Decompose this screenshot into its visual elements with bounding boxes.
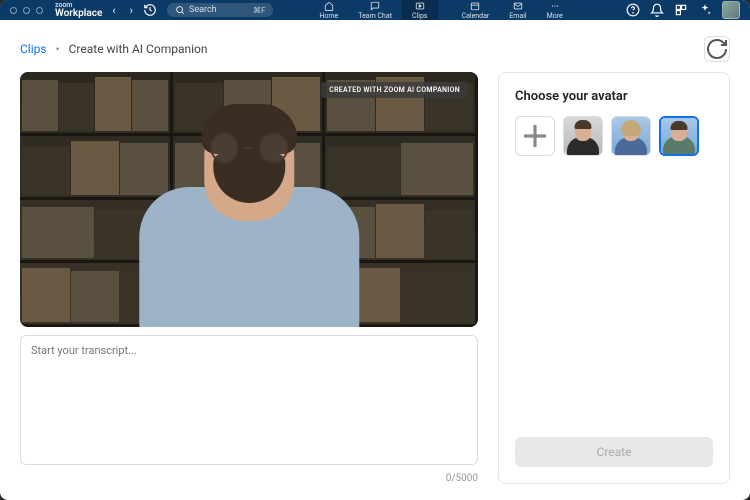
breadcrumb-current: Create with AI Companion	[69, 42, 208, 56]
left-column: CREATED WITH ZOOM AI COMPANION 0/5000	[20, 72, 478, 484]
refresh-button[interactable]	[704, 36, 730, 62]
breadcrumb-row: Clips • Create with AI Companion	[20, 36, 730, 62]
add-avatar-button[interactable]	[515, 116, 555, 156]
avatar-option-2[interactable]	[611, 116, 651, 156]
clips-icon	[415, 1, 425, 11]
bell-icon[interactable]	[650, 3, 664, 17]
search-box[interactable]: ⌘F	[167, 3, 273, 17]
search-icon	[175, 5, 185, 15]
calendar-icon	[470, 1, 480, 11]
tab-calendar[interactable]: Calendar	[452, 0, 500, 20]
plus-icon	[516, 117, 554, 155]
char-counter: 0/5000	[20, 473, 478, 484]
user-avatar[interactable]	[722, 1, 740, 19]
search-shortcut: ⌘F	[253, 6, 265, 15]
traffic-maximize[interactable]	[36, 7, 43, 14]
nav-forward[interactable]: ›	[126, 4, 137, 17]
create-button[interactable]: Create	[515, 437, 713, 467]
choose-avatar-title: Choose your avatar	[515, 89, 713, 104]
more-icon	[550, 1, 560, 11]
breadcrumb: Clips • Create with AI Companion	[20, 42, 208, 56]
chat-icon	[370, 1, 380, 11]
preview-badge: CREATED WITH ZOOM AI COMPANION	[321, 82, 468, 98]
header-right-icons	[626, 1, 740, 19]
nav-tabs: Home Team Chat Clips Calendar Email More	[309, 0, 572, 20]
avatar-person	[93, 92, 404, 327]
email-icon	[513, 1, 523, 11]
tab-clips[interactable]: Clips	[402, 0, 438, 20]
nav-back[interactable]: ‹	[108, 4, 119, 17]
help-icon[interactable]	[626, 3, 640, 17]
traffic-minimize[interactable]	[23, 7, 30, 14]
tab-team-chat[interactable]: Team Chat	[348, 0, 402, 20]
video-preview: CREATED WITH ZOOM AI COMPANION	[20, 72, 478, 327]
refresh-icon	[705, 37, 729, 61]
transcript-input[interactable]	[21, 336, 477, 464]
brand-logo: zoom Workplace	[55, 2, 102, 19]
tab-email[interactable]: Email	[499, 0, 536, 20]
ai-sparkle-icon[interactable]	[698, 3, 712, 17]
avatar-option-3[interactable]	[659, 116, 699, 156]
traffic-close[interactable]	[10, 7, 17, 14]
history-icon[interactable]	[143, 3, 157, 17]
top-bar: zoom Workplace ‹ › ⌘F Home Team Chat Cli…	[0, 0, 750, 20]
content-area: Clips • Create with AI Companion	[0, 20, 750, 500]
avatar-list	[515, 116, 713, 156]
breadcrumb-root[interactable]: Clips	[20, 42, 47, 56]
avatar-option-1[interactable]	[563, 116, 603, 156]
tab-more[interactable]: More	[537, 0, 573, 20]
app-window: zoom Workplace ‹ › ⌘F Home Team Chat Cli…	[0, 0, 750, 500]
right-panel: Choose your avatar Create	[498, 72, 730, 484]
main-row: CREATED WITH ZOOM AI COMPANION 0/5000 Ch…	[20, 72, 730, 484]
transcript-box	[20, 335, 478, 465]
apps-icon[interactable]	[674, 3, 688, 17]
tab-home[interactable]: Home	[309, 0, 348, 20]
search-input[interactable]	[189, 5, 249, 15]
home-icon	[324, 1, 334, 11]
